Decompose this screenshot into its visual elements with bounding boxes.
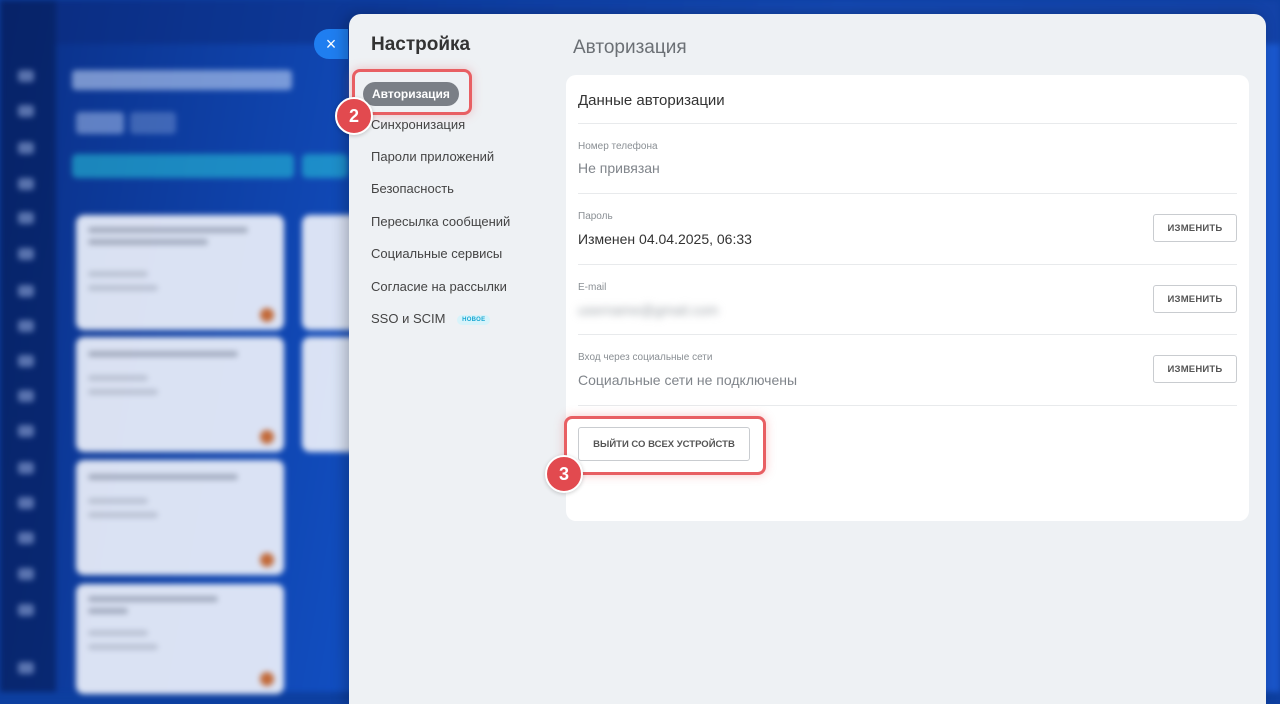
nav-item-label: SSO и SCIM	[371, 311, 446, 326]
nav-item-label: Социальные сервисы	[371, 246, 503, 261]
background-chip	[130, 112, 176, 134]
section-title: Авторизация	[573, 37, 687, 58]
change-password-button[interactable]: ИЗМЕНИТЬ	[1153, 214, 1237, 242]
background-tab	[72, 154, 294, 178]
rail-icon	[18, 662, 34, 674]
rail-icon	[18, 497, 34, 509]
rail-icon	[18, 462, 34, 474]
rail-icon	[18, 425, 34, 437]
settings-title: Настройка	[371, 34, 471, 55]
background-page-title	[72, 70, 292, 90]
rail-icon	[18, 390, 34, 402]
phone-label: Номер телефона	[578, 141, 658, 152]
close-icon: ×	[325, 33, 337, 54]
nav-item-label: Пересылка сообщений	[371, 214, 511, 229]
password-label: Пароль	[578, 211, 613, 222]
nav-item-app-passwords[interactable]: Пароли приложений	[371, 149, 494, 164]
password-value: Изменен 04.04.2025, 06:33	[578, 231, 752, 247]
background-left-rail	[0, 0, 56, 692]
new-badge: НОВОЕ	[457, 315, 491, 325]
rail-icon	[18, 320, 34, 332]
background-tab	[302, 154, 348, 178]
card-title: Данные авторизации	[578, 92, 725, 109]
background-card	[76, 337, 284, 452]
step-badge: 3	[545, 455, 583, 493]
rail-icon	[18, 70, 34, 82]
rail-icon	[18, 355, 34, 367]
rail-icon	[18, 568, 34, 580]
logout-highlight-frame	[564, 416, 766, 475]
rail-icon	[18, 178, 34, 190]
nav-item-label: Синхронизация	[371, 117, 466, 132]
nav-item-mail-forwarding[interactable]: Пересылка сообщений	[371, 214, 510, 229]
change-social-button[interactable]: ИЗМЕНИТЬ	[1153, 355, 1237, 383]
rail-icon	[18, 285, 34, 297]
background-card	[76, 584, 284, 694]
nav-item-sso-scim[interactable]: SSO и SCIM НОВОЕ	[371, 311, 491, 326]
rail-icon	[18, 248, 34, 260]
close-panel-button[interactable]: ×	[314, 29, 348, 59]
nav-item-social-services[interactable]: Социальные сервисы	[371, 246, 502, 261]
nav-item-label: Пароли приложений	[371, 149, 495, 164]
rail-icon	[18, 212, 34, 224]
nav-item-security[interactable]: Безопасность	[371, 181, 454, 196]
nav-item-sync[interactable]: Синхронизация	[371, 117, 465, 132]
divider	[578, 264, 1237, 265]
change-email-button[interactable]: ИЗМЕНИТЬ	[1153, 285, 1237, 313]
social-login-label: Вход через социальные сети	[578, 352, 713, 363]
nav-item-mailing-consent[interactable]: Согласие на рассылки	[371, 279, 507, 294]
step-badge: 2	[335, 97, 373, 135]
rail-icon	[18, 604, 34, 616]
divider	[578, 123, 1237, 124]
rail-icon	[18, 105, 34, 117]
nav-item-label: Согласие на рассылки	[371, 279, 507, 294]
divider	[578, 334, 1237, 335]
email-label: E-mail	[578, 282, 607, 293]
rail-icon	[18, 532, 34, 544]
background-card	[76, 460, 284, 575]
background-card	[76, 215, 284, 330]
settings-panel: Настройка Авторизация Синхронизация Паро…	[349, 14, 1266, 704]
email-value: username@gmail.com	[578, 302, 719, 318]
social-login-value: Социальные сети не подключены	[578, 372, 798, 388]
divider	[578, 405, 1237, 406]
phone-value: Не привязан	[578, 160, 660, 176]
nav-item-label: Безопасность	[371, 181, 454, 196]
background-chip	[76, 112, 124, 134]
rail-icon	[18, 142, 34, 154]
divider	[578, 193, 1237, 194]
